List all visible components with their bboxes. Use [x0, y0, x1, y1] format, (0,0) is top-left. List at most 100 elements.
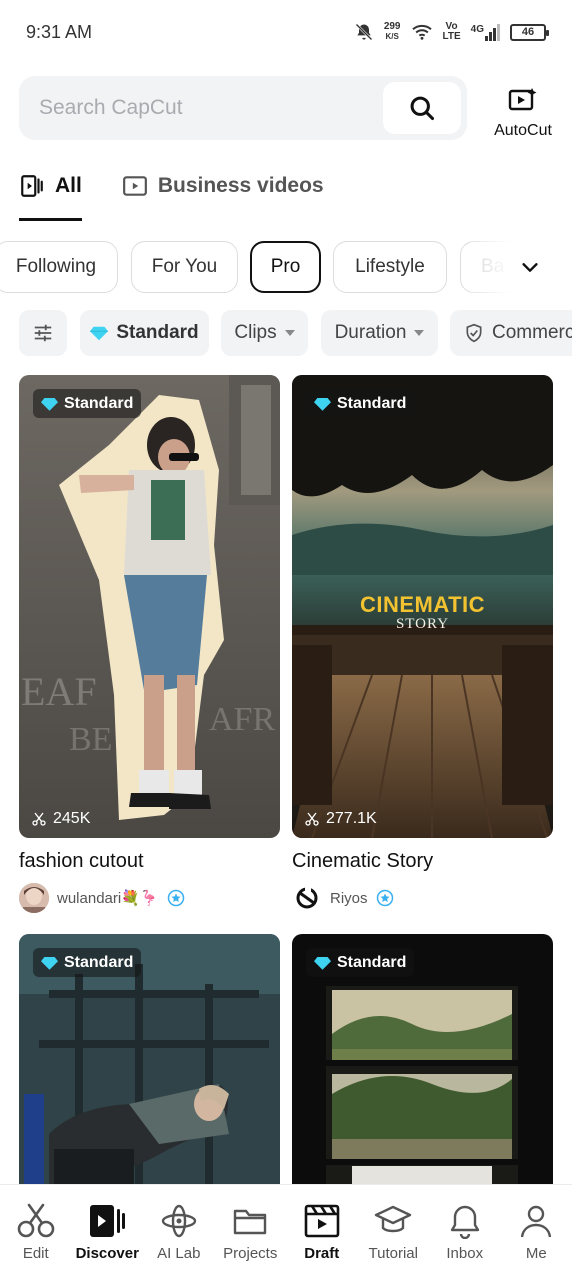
autocut-label: AutoCut [494, 122, 552, 139]
svg-text:EAF: EAF [21, 669, 97, 714]
tab-all[interactable]: All [19, 160, 82, 212]
search-input[interactable]: Search CapCut [19, 76, 467, 140]
svg-text:AFR: AFR [209, 701, 275, 738]
volte-indicator: Vo LTE [443, 22, 461, 42]
nav-label: AI Lab [157, 1245, 201, 1262]
badge-label: Standard [337, 394, 407, 412]
filter-standard[interactable]: Standard [80, 310, 209, 356]
search-icon [410, 96, 435, 121]
author-row[interactable]: wulandari💐🦩 [19, 883, 280, 913]
nav-label: Projects [223, 1245, 278, 1262]
discover-icon [90, 1205, 126, 1237]
filter-clips-label: Clips [234, 322, 277, 343]
avatar[interactable] [19, 883, 49, 913]
template-card[interactable]: CINEMATIC STORY Standard 277.1K Cinemati… [292, 375, 553, 913]
chip-for-you[interactable]: For You [131, 241, 238, 293]
category-chips: Following For You Pro Lifestyle Ba [0, 241, 572, 293]
avatar[interactable] [292, 883, 322, 913]
filter-commercial-label: Commerc [492, 322, 572, 343]
standard-badge: Standard [306, 389, 415, 418]
status-time: 9:31 AM [26, 21, 93, 42]
filter-standard-label: Standard [116, 322, 199, 343]
caret-down-icon [284, 330, 295, 336]
active-tab-indicator [19, 218, 82, 221]
diamond-icon [314, 956, 331, 970]
chip-following[interactable]: Following [0, 241, 118, 293]
nav-label: Draft [304, 1245, 340, 1262]
nav-me[interactable]: Me [501, 1185, 572, 1280]
diamond-icon [41, 397, 58, 411]
person-icon [521, 1205, 552, 1238]
template-card[interactable]: Standard [19, 934, 280, 1184]
badge-label: Standard [64, 394, 134, 412]
status-icons: 299 K/S Vo LTE 4G 46 [354, 21, 549, 42]
tab-business-videos[interactable]: Business videos [122, 160, 324, 212]
author-row[interactable]: Riyos [292, 883, 553, 913]
battery-icon: 46 [510, 23, 549, 41]
template-thumbnail[interactable]: Standard [292, 934, 553, 1184]
nav-projects[interactable]: Projects [215, 1185, 287, 1280]
mute-notifications-icon [355, 23, 373, 41]
verified-badge-icon [376, 889, 393, 907]
template-thumbnail[interactable]: Standard [19, 934, 280, 1184]
standard-badge: Standard [306, 948, 415, 977]
graduation-cap-icon [375, 1205, 412, 1233]
template-card[interactable]: Standard [292, 934, 553, 1184]
usage-count-value: 277.1K [326, 810, 377, 827]
usage-count: 245K [31, 810, 90, 828]
wifi-icon [411, 24, 432, 40]
battery-level: 46 [521, 26, 535, 38]
nav-label: Edit [22, 1245, 49, 1262]
shield-check-icon [466, 323, 482, 343]
nav-ai-lab[interactable]: AI Lab [143, 1185, 215, 1280]
chevron-down-icon [522, 263, 538, 272]
bell-icon [450, 1205, 479, 1239]
filter-clips[interactable]: Clips [221, 310, 308, 356]
standard-badge: Standard [33, 948, 142, 977]
caret-down-icon [414, 330, 425, 336]
nav-discover[interactable]: Discover [72, 1185, 144, 1280]
badge-label: Standard [337, 953, 407, 971]
filter-settings-button[interactable] [19, 310, 67, 356]
filter-duration-label: Duration [334, 322, 407, 343]
cinematic-overlay-subtitle: STORY [395, 616, 450, 632]
riyos-logo-icon [296, 887, 318, 909]
template-thumbnail[interactable]: EAF BE AFR Standard 245K [19, 375, 280, 838]
business-video-icon [122, 176, 147, 196]
tab-business-videos-label: Business videos [157, 174, 324, 197]
filter-duration[interactable]: Duration [321, 310, 438, 356]
status-bar: 9:31 AM 299 K/S Vo LTE 4G 46 [0, 0, 572, 64]
sliders-icon [34, 324, 52, 342]
nav-tutorial[interactable]: Tutorial [358, 1185, 430, 1280]
diamond-icon [90, 326, 109, 341]
chip-label: For You [151, 256, 218, 277]
nav-edit[interactable]: Edit [0, 1185, 72, 1280]
template-card[interactable]: EAF BE AFR Standard 245K fashion cutout … [19, 375, 280, 913]
chip-label: Following [15, 256, 97, 277]
signal-icon: 4G [471, 23, 500, 41]
nav-label: Discover [75, 1245, 139, 1262]
search-button[interactable] [383, 82, 461, 134]
scissors-icon [17, 1203, 55, 1238]
diamond-icon [41, 956, 58, 970]
all-templates-icon [21, 175, 43, 197]
chip-pro[interactable]: Pro [250, 241, 321, 293]
chip-lifestyle[interactable]: Lifestyle [333, 241, 447, 293]
template-title[interactable]: Cinematic Story [292, 850, 553, 873]
nav-label: Inbox [446, 1245, 484, 1262]
filter-row: Standard Clips Duration Commerc [0, 310, 572, 356]
tab-all-label: All [55, 174, 82, 197]
network-speed-value: 299 [383, 21, 401, 32]
search-row: Search CapCut AutoCut [19, 76, 559, 140]
standard-badge: Standard [33, 389, 142, 418]
chip-label: Pro [270, 256, 301, 277]
author-name: wulandari💐🦩 [57, 890, 159, 907]
filter-commercial[interactable]: Commerc [450, 310, 572, 356]
autocut-button[interactable]: AutoCut [485, 76, 561, 140]
expand-categories-button[interactable] [470, 241, 572, 293]
nav-inbox[interactable]: Inbox [429, 1185, 501, 1280]
template-thumbnail[interactable]: CINEMATIC STORY Standard 277.1K [292, 375, 553, 838]
template-title[interactable]: fashion cutout [19, 850, 280, 873]
fashion-cutout-preview-image: EAF BE AFR [19, 375, 280, 838]
nav-draft[interactable]: Draft [286, 1185, 358, 1280]
